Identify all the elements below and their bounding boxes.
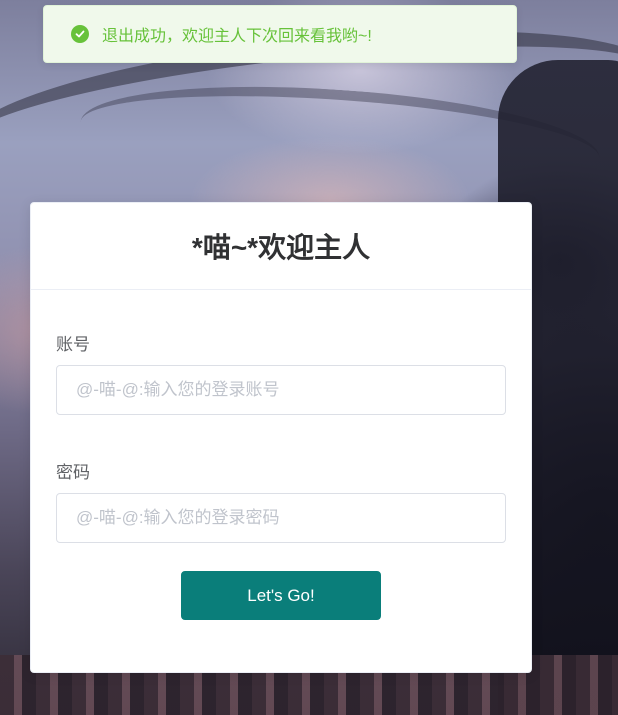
check-circle-icon [71, 25, 89, 43]
username-input[interactable] [56, 365, 506, 415]
username-label: 账号 [56, 335, 90, 354]
login-card: *喵~*欢迎主人 账号 密码 Let's Go! [30, 202, 532, 673]
password-input[interactable] [56, 493, 506, 543]
success-toast: 退出成功，欢迎主人下次回来看我哟~! [43, 5, 517, 63]
login-title: *喵~*欢迎主人 [191, 232, 371, 263]
password-label: 密码 [56, 463, 90, 482]
toast-message: 退出成功，欢迎主人下次回来看我哟~! [102, 28, 372, 45]
background-ribbon-secondary [77, 71, 603, 209]
login-card-header: *喵~*欢迎主人 [31, 203, 531, 290]
login-button[interactable]: Let's Go! [181, 571, 381, 620]
